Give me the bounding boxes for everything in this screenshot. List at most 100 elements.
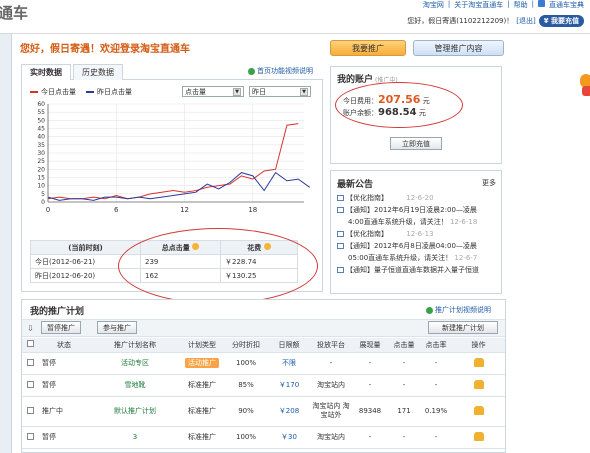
legend-swatch-yesterday (86, 91, 94, 93)
welcome-title: 您好，假日寄遇！欢迎登录淘宝直通车 (20, 44, 190, 55)
plan-type-cell: 活动推广 (180, 352, 224, 375)
notice-list: 【优化指南】 12-6-20 【通知】2012年6月19日凌晨2:00—凌晨 4… (337, 192, 499, 276)
plan-name-link[interactable]: 活动专区 (90, 352, 180, 375)
discount-cell: 100% (224, 352, 268, 375)
notice-text: 【通知】2012年6月8日凌晨04:00—凌晨 (346, 242, 477, 250)
status-cell: 暂停 (38, 426, 90, 449)
y-tick-label: 55 (37, 109, 45, 116)
edit-hand-icon[interactable] (473, 431, 484, 441)
notice-item[interactable]: 【通知】2012年6月19日凌晨2:00—凌晨 (337, 204, 499, 216)
recharge-button[interactable]: 立即充值 (390, 137, 442, 150)
status-cell: 暂停 (38, 374, 90, 397)
platform-cell: 淘宝站内 (310, 426, 352, 449)
ctr-cell: - (420, 352, 452, 375)
edit-hand-icon[interactable] (473, 405, 484, 415)
video-help-link[interactable]: 首页功能视频说明 (257, 66, 313, 76)
edit-hand-icon[interactable] (473, 379, 484, 389)
plan-type-cell: 标准推广 (180, 426, 224, 449)
link-guide[interactable]: 直通车宝典 (549, 0, 584, 10)
y-tick-label: 30 (37, 150, 45, 157)
logout-link[interactable]: [退出] (516, 16, 535, 26)
legend-today: 今日点击量 (30, 87, 76, 97)
clicks-cell: - (388, 426, 420, 449)
y-tick-label: 35 (37, 142, 45, 149)
plans-video-help: 推广计划视频说明 (426, 305, 491, 315)
notice-item[interactable]: 【优化指南】 12-6-13 (337, 228, 499, 240)
video-help: 首页功能视频说明 (248, 66, 313, 76)
daily-limit-cell: ￥170 (268, 374, 310, 397)
platform-cell: - (310, 352, 352, 375)
notice-date: 12-6-18 (449, 218, 478, 226)
y-tick-label: 40 (37, 134, 45, 141)
notice-title: 最新公告 (337, 180, 374, 190)
chevron-down-icon: ▼ (233, 87, 241, 96)
plans-header: 点击率 (420, 338, 452, 353)
x-tick-label: 6 (114, 206, 119, 214)
table-row: 暂停 雪地靴 标准推广 85% ￥170 淘宝站内 - - - (22, 374, 505, 397)
row-checkbox[interactable] (26, 432, 34, 440)
charge-label: 我要充值 (551, 17, 579, 25)
clicks-cell: - (388, 352, 420, 375)
compare-select[interactable]: 昨日 ▼ (249, 86, 311, 97)
plan-type-tag: 活动推广 (185, 358, 219, 368)
join-button[interactable]: 参与推广 (97, 321, 137, 334)
plans-header: 推广计划名称 (90, 338, 180, 353)
pause-button[interactable]: 暂停推广 (41, 321, 81, 334)
plan-name-link[interactable]: 雪地靴 (90, 374, 180, 397)
table-row: 暂停 3 标准推广 100% ￥30 淘宝站内 - - - (22, 426, 505, 449)
manage-label: 管理推广内容 (434, 43, 483, 53)
header-divider (0, 33, 590, 34)
tab-history[interactable]: 历史数据 (73, 64, 123, 80)
notice-item[interactable]: 【通知】量子恒道直通车数据并入量子恒道 (337, 264, 499, 276)
edit-hand-icon[interactable] (473, 357, 484, 367)
row-checkbox[interactable] (26, 358, 34, 366)
notice-text: 05:00直通车系统升级，请关注！ (348, 254, 453, 262)
manage-button[interactable]: 管理推广内容 (413, 40, 504, 56)
charge-button[interactable]: ¥ 我要充值 (538, 15, 584, 27)
greeting: 您好，假日寄遇(1102212209)！ (407, 17, 514, 25)
metric-select[interactable]: 点击量 ▼ (182, 86, 244, 97)
plan-name-link[interactable]: 3 (90, 426, 180, 449)
daily-limit-cell: ￥30 (268, 426, 310, 449)
action-cell (452, 352, 505, 375)
notice-text: 【优化指南】 (346, 194, 388, 202)
row-checkbox[interactable] (26, 406, 34, 414)
impressions-cell: - (352, 374, 388, 397)
divider: | (507, 0, 510, 8)
user-line: 您好，假日寄遇(1102212209)！ [退出] ¥ 我要充值 (407, 15, 584, 27)
x-tick-label: 12 (180, 206, 189, 214)
status-cell: 推广中 (38, 396, 90, 427)
action-cell (452, 426, 505, 449)
plan-name-link[interactable]: 默认推广计划 (90, 396, 180, 427)
data-tabs: 实时数据 历史数据 (21, 64, 125, 80)
link-help[interactable]: 帮助 (514, 0, 528, 10)
link-about[interactable]: 关于淘宝直通车 (454, 0, 503, 10)
promote-button[interactable]: 我要推广 (330, 40, 406, 56)
chart-legend: 今日点击量 昨日点击量 (30, 87, 132, 97)
notice-item[interactable]: 【优化指南】 12-6-20 (337, 192, 499, 204)
plans-header: 状态 (38, 338, 90, 353)
plans-table: 状态 推广计划名称 计划类型 分时折扣 日限额 投放平台 展现量 点击量 点击率… (22, 338, 505, 449)
plans-video-link[interactable]: 推广计划视频说明 (435, 305, 491, 315)
notice-item-continued[interactable]: 4:00直通车系统升级，请关注！ 12-6-18 (337, 216, 499, 228)
tab-realtime[interactable]: 实时数据 (21, 64, 71, 80)
plans-header: 展现量 (352, 338, 388, 353)
plans-header: 分时折扣 (224, 338, 268, 353)
top-links: 淘宝网 | 关于淘宝直通车 | 帮助 | 直通车宝典 (423, 0, 584, 10)
x-tick-label: 0 (46, 206, 50, 214)
notice-more-link[interactable]: 更多 (482, 178, 496, 188)
book-icon (538, 0, 545, 7)
notice-item-continued[interactable]: 05:00直通车系统升级，请关注！ 12-6-7 (337, 252, 499, 264)
notice-item[interactable]: 【通知】2012年6月8日凌晨04:00—凌晨 (337, 240, 499, 252)
link-taobao[interactable]: 淘宝网 (423, 0, 444, 10)
ctr-cell: 0.19% (420, 396, 452, 427)
y-tick-label: 0 (41, 199, 45, 206)
row-checkbox[interactable] (26, 380, 34, 388)
logo: 通车 (0, 4, 29, 22)
plans-header: 日限额 (268, 338, 310, 353)
select-all-checkbox[interactable] (26, 340, 34, 348)
chevron-down-icon: ▼ (300, 87, 308, 96)
notice-text: 【通知】量子恒道直通车数据并入量子恒道 (346, 266, 479, 274)
y-tick-label: 50 (37, 117, 45, 124)
new-plan-button[interactable]: 新建推广计划 (428, 321, 498, 334)
